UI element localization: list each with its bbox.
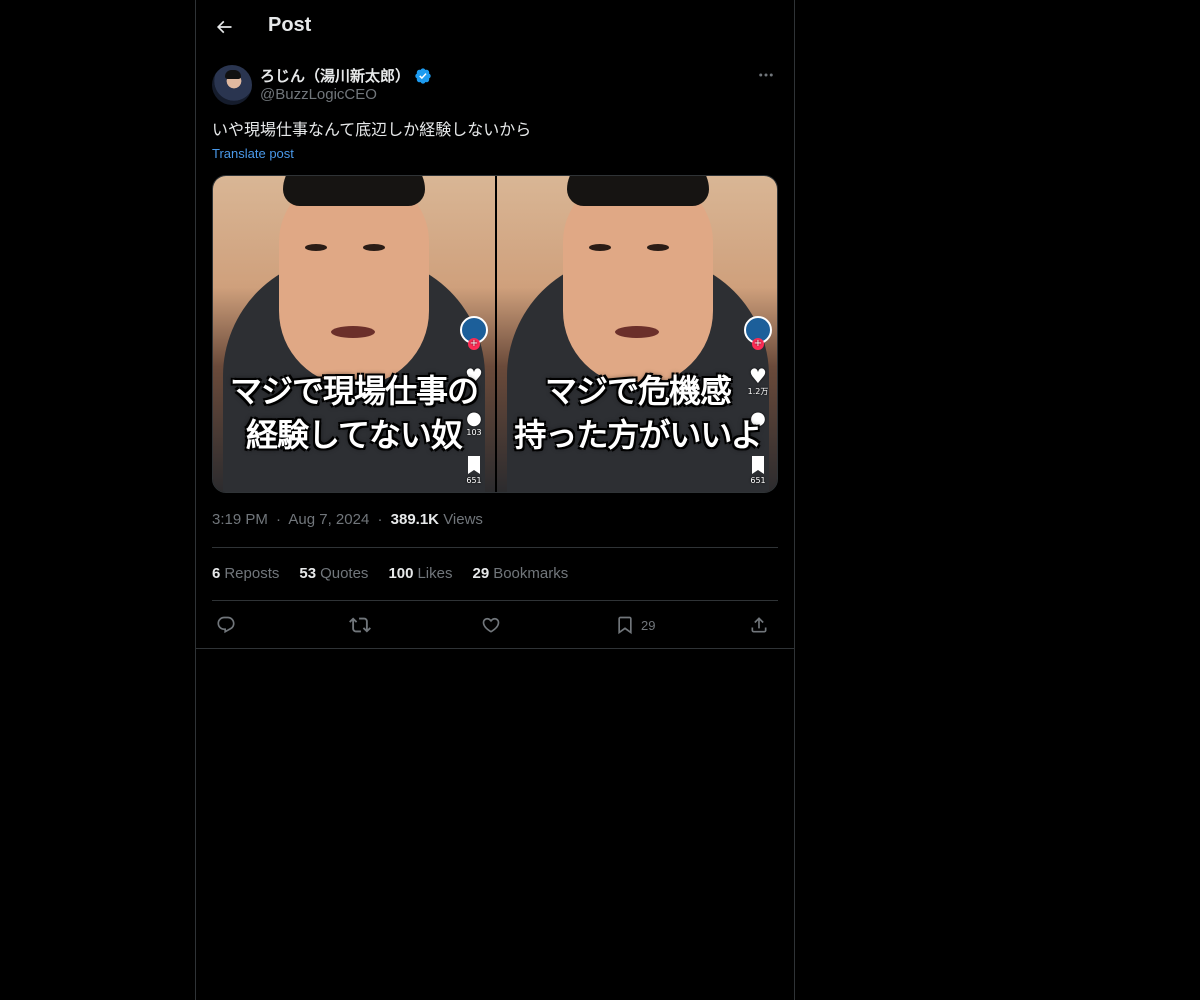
verified-badge-icon[interactable] [414, 67, 432, 85]
more-options-button[interactable] [754, 64, 778, 86]
page-title: Post [268, 14, 312, 36]
post-bottom-border [196, 648, 794, 649]
share-button[interactable] [749, 611, 769, 639]
author-display-name[interactable]: ろじん（湯川新太郎） [260, 65, 432, 86]
translate-post-link[interactable]: Translate post [212, 146, 294, 161]
main-column: Post ろじん（湯川新太郎） @BuzzLogicCEO いや現場仕事なんて底… [195, 0, 795, 1000]
media-frame-right: + ♥ 1.2万 ● 651 マジで危機感 持った方がいいよ [497, 176, 777, 492]
post-date[interactable]: Aug 7, 2024 [288, 511, 369, 528]
meta-separator: · [377, 511, 383, 528]
quotes-stat[interactable]: 53 Quotes [299, 565, 368, 582]
post-time[interactable]: 3:19 PM [212, 511, 268, 528]
author-handle[interactable]: @BuzzLogicCEO [260, 86, 377, 103]
video-caption-line1: マジで現場仕事の [229, 372, 479, 410]
divider [212, 600, 778, 601]
media-frame-left: + ♥ ● 103 651 マジで現場仕事の 経験してない奴 [213, 176, 495, 492]
bookmark-count: 29 [641, 617, 656, 633]
divider [212, 547, 778, 548]
post-metadata: 3:19 PM · Aug 7, 2024 · 389.1K Views [212, 511, 483, 528]
views-label: Views [443, 511, 483, 528]
video-caption-line2: 持った方がいいよ [514, 416, 762, 454]
post-text: いや現場仕事なんて底辺しか経験しないから [212, 122, 532, 139]
arrow-left-icon [216, 20, 232, 34]
heart-outline-icon [482, 617, 500, 633]
bookmark-outline-icon [618, 616, 632, 635]
repost-button[interactable] [349, 611, 371, 639]
post-media[interactable]: + ♥ ● 103 651 マジで現場仕事の 経験してない奴 + ♥ 1.2万 … [212, 175, 778, 493]
page-header: Post [196, 0, 794, 53]
repost-icon [349, 617, 371, 633]
back-button[interactable] [208, 11, 240, 43]
bookmark-icon: 651 [743, 456, 773, 485]
likes-stat[interactable]: 100 Likes [388, 565, 452, 582]
share-icon [751, 617, 767, 633]
post-author: ろじん（湯川新太郎） @BuzzLogicCEO [212, 64, 778, 106]
reply-button[interactable] [216, 611, 236, 639]
action-bar: 29 [212, 611, 778, 639]
more-horizontal-icon [759, 73, 773, 77]
post-stats: 6 Reposts 53 Quotes 100 Likes 29 Bookmarks [212, 565, 568, 582]
tiktok-avatar-icon: + [459, 316, 489, 350]
video-caption-line2: 経験してない奴 [245, 416, 463, 454]
avatar[interactable] [212, 65, 252, 105]
reply-icon [217, 616, 235, 634]
video-caption-line1: マジで危機感 [544, 372, 732, 410]
bookmark-icon: 651 [459, 456, 489, 485]
meta-separator: · [276, 511, 282, 528]
bookmarks-stat[interactable]: 29 Bookmarks [473, 565, 569, 582]
bookmark-button[interactable]: 29 [615, 611, 655, 639]
author-name-text: ろじん（湯川新太郎） [260, 68, 411, 85]
tiktok-avatar-icon: + [743, 316, 773, 350]
views-count: 389.1K [390, 511, 440, 528]
reposts-stat[interactable]: 6 Reposts [212, 565, 279, 582]
like-button[interactable] [481, 611, 501, 639]
